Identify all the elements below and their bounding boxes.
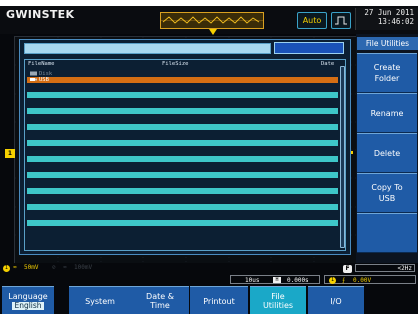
date-time-button[interactable]: Date & Time bbox=[131, 286, 189, 314]
file-utilities-label: File Utilities bbox=[262, 292, 294, 310]
frequency-readout: <2Hz bbox=[355, 264, 415, 272]
path-action-button[interactable] bbox=[274, 42, 344, 54]
path-field[interactable] bbox=[24, 43, 271, 54]
io-button[interactable]: I/O bbox=[308, 286, 364, 314]
ch2-scale: 100mV bbox=[74, 264, 93, 271]
system-button[interactable]: System bbox=[69, 286, 131, 314]
printout-label: Printout bbox=[203, 296, 235, 306]
delete-button[interactable]: Delete bbox=[357, 133, 417, 173]
language-label: Language bbox=[8, 292, 48, 301]
system-label: System bbox=[85, 296, 115, 306]
date-text: 27 Jun 2011 bbox=[364, 8, 414, 17]
column-date: Date bbox=[321, 61, 335, 67]
file-list-scrollbar[interactable] bbox=[340, 66, 345, 248]
trigger-position-marker bbox=[209, 29, 217, 35]
pulse-trigger-button[interactable] bbox=[331, 12, 351, 29]
auto-mode-button[interactable]: Auto bbox=[297, 12, 327, 29]
empty-row[interactable] bbox=[27, 220, 338, 226]
column-filename: FileName bbox=[28, 61, 55, 67]
file-utilities-dialog: FileName FileSize Date Disk USB bbox=[19, 39, 351, 255]
empty-row[interactable] bbox=[27, 124, 338, 130]
pulse-icon bbox=[335, 16, 347, 25]
language-button[interactable]: Language English bbox=[2, 286, 54, 314]
create-folder-label: Create Folder bbox=[373, 63, 401, 83]
datetime-display: 27 Jun 2011 13:46:02 bbox=[355, 8, 418, 30]
delete-label: Delete bbox=[373, 148, 401, 158]
empty-softkey[interactable] bbox=[357, 213, 417, 253]
empty-row[interactable] bbox=[27, 108, 338, 114]
rename-label: Rename bbox=[370, 108, 404, 118]
timebase-readout: 10us H 0.000s bbox=[230, 275, 320, 284]
disk-icon bbox=[30, 71, 37, 76]
time-div: 10us bbox=[245, 277, 260, 284]
waveform-trace-icon bbox=[162, 16, 260, 24]
h-position: 0.000s bbox=[287, 277, 309, 284]
frequency-icon: F bbox=[343, 265, 352, 273]
empty-row[interactable] bbox=[27, 92, 338, 98]
copy-to-usb-label: Copy To USB bbox=[371, 183, 403, 203]
time-text: 13:46:02 bbox=[377, 17, 414, 26]
ch2-coupling-icon: ≂ bbox=[63, 264, 67, 271]
trigger-edge-icon: ⨍ bbox=[342, 277, 346, 284]
horizontal-position-icon: H bbox=[273, 277, 281, 283]
waveform-overview bbox=[160, 12, 264, 29]
oscilloscope-screen: GWINSTEK Auto 27 Jun 2011 13:46:02 1 Fil… bbox=[0, 0, 418, 314]
usb-icon bbox=[30, 78, 37, 81]
empty-row[interactable] bbox=[27, 204, 338, 210]
empty-row[interactable] bbox=[27, 188, 338, 194]
file-list: FileName FileSize Date Disk USB bbox=[24, 59, 346, 251]
rename-button[interactable]: Rename bbox=[357, 93, 417, 133]
trigger-level: 0.00V bbox=[353, 277, 372, 284]
ch2-indicator-icon: ⊘ bbox=[52, 264, 56, 271]
date-time-label: Date & Time bbox=[146, 292, 174, 310]
trigger-readout: 1 ⨍ 0.00V bbox=[324, 275, 416, 284]
brand-logo: GWINSTEK bbox=[6, 8, 75, 21]
ch1-scale: 50mV bbox=[24, 264, 39, 271]
side-menu-title: File Utilities bbox=[357, 37, 418, 50]
ch1-coupling-icon: ≂ bbox=[13, 264, 17, 271]
io-label: I/O bbox=[330, 296, 342, 306]
file-utilities-button[interactable]: File Utilities bbox=[250, 286, 306, 314]
file-list-header: FileName FileSize Date bbox=[25, 60, 345, 69]
copy-to-usb-button[interactable]: Copy To USB bbox=[357, 173, 417, 213]
create-folder-button[interactable]: Create Folder bbox=[357, 53, 417, 93]
column-filesize: FileSize bbox=[162, 61, 189, 67]
list-item-selected[interactable]: USB bbox=[27, 77, 338, 83]
empty-row[interactable] bbox=[27, 140, 338, 146]
empty-row[interactable] bbox=[27, 156, 338, 162]
ch1-indicator-icon: 1 bbox=[3, 265, 10, 272]
printout-button[interactable]: Printout bbox=[190, 286, 248, 314]
empty-row[interactable] bbox=[27, 172, 338, 178]
language-value: English bbox=[12, 301, 44, 310]
ch1-ground-marker: 1 bbox=[5, 149, 15, 158]
trigger-source-icon: 1 bbox=[329, 277, 336, 284]
